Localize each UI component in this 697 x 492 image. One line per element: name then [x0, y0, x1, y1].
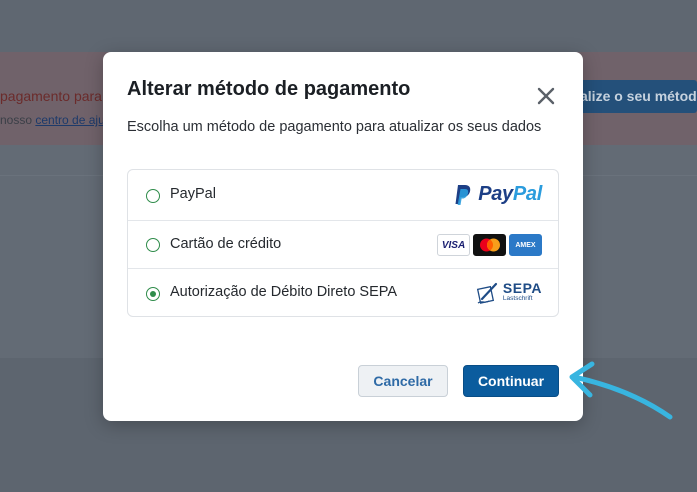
option-paypal[interactable]: PayPal PayPal: [128, 171, 558, 219]
dialog-subtitle: Escolha um método de pagamento para atua…: [127, 119, 542, 135]
option-label: Cartão de crédito: [170, 236, 282, 252]
option-credit-card[interactable]: Cartão de crédito VISA AMEX: [128, 220, 558, 268]
option-label: PayPal: [170, 186, 216, 202]
visa-logo: VISA: [437, 234, 470, 256]
close-icon[interactable]: [536, 86, 556, 106]
sepa-logo: SEPA Lastschrift: [476, 281, 542, 305]
mastercard-logo: [473, 234, 506, 256]
sepa-pen-icon: [476, 282, 498, 304]
continue-button[interactable]: Continuar: [463, 365, 559, 397]
radio-paypal[interactable]: [146, 189, 160, 203]
radio-sepa[interactable]: [146, 287, 160, 301]
option-label: Autorização de Débito Direto SEPA: [170, 284, 398, 300]
page-header: [0, 0, 697, 52]
dialog-title: Alterar método de pagamento: [127, 78, 411, 100]
payment-options-list: PayPal PayPal Cartão de crédito VISA AME…: [127, 169, 559, 317]
card-logos: VISA AMEX: [437, 234, 542, 256]
help-center-link[interactable]: centro de aju: [35, 113, 104, 127]
amex-logo: AMEX: [509, 234, 542, 256]
payment-method-dialog: Alterar método de pagamento Escolha um m…: [103, 52, 583, 421]
banner-help-text: nosso centro de aju: [0, 113, 105, 127]
annotation-arrow-icon: [569, 361, 673, 420]
option-sepa-direct-debit[interactable]: Autorização de Débito Direto SEPA SEPA L…: [128, 268, 558, 316]
radio-credit-card[interactable]: [146, 238, 160, 252]
cancel-button[interactable]: Cancelar: [358, 365, 448, 397]
paypal-logo: PayPal: [454, 183, 542, 206]
banner-text: pagamento para c: [0, 88, 113, 104]
